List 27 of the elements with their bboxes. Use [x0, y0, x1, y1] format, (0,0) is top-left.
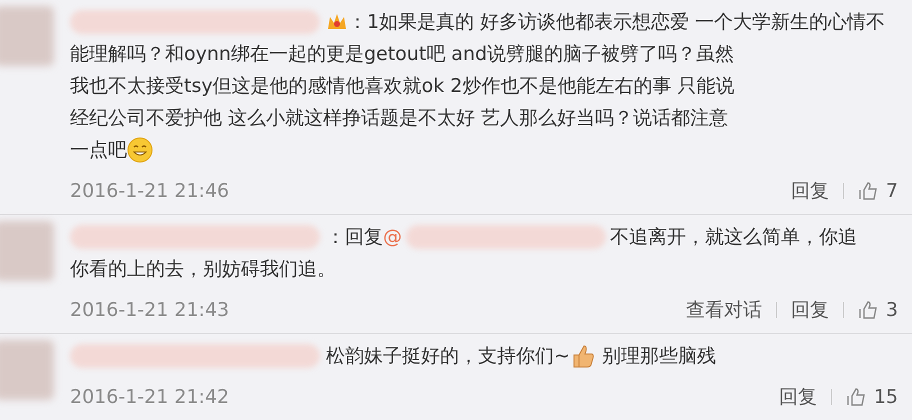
like-icon[interactable]: [846, 387, 868, 407]
blurred-avatar: [0, 221, 54, 281]
like-count: 15: [874, 384, 898, 410]
comment-text: ：回复: [326, 224, 383, 250]
comment-text: 经纪公司不爱护他 这么小就这样挣话题是不太好 艺人那么好当吗？说话都注意: [70, 106, 728, 131]
comment-text: 不追离开，就这么简单，你追: [610, 224, 857, 250]
comment-action-link[interactable]: 查看对话: [686, 296, 762, 324]
like-count: 7: [886, 178, 898, 204]
comment-text: 一点吧: [70, 138, 127, 163]
like-icon[interactable]: [858, 181, 880, 201]
comment-text: 你看的上的去，别妨碍我们追。: [70, 256, 336, 282]
like-count: 3: [886, 298, 898, 323]
comment-text: 能理解吗？和oynn绑在一起的更是getout吧 and说劈腿的脑子被劈了吗？虽然: [70, 42, 734, 67]
blurred-avatar: [0, 6, 54, 66]
blurred-avatar: [0, 340, 54, 400]
comment-time: 2016-1-21 21:46: [70, 178, 230, 204]
comment-text: 松韵妹子挺好的，支持你们~: [326, 344, 570, 369]
comment-action-link[interactable]: 回复: [778, 382, 817, 412]
comment-action-link[interactable]: 回复: [790, 176, 829, 206]
comment-text: 别理那些脑残: [600, 344, 716, 369]
comment-time: 2016-1-21 21:43: [70, 298, 230, 323]
smiley-icon: [127, 137, 153, 163]
comment-text: 我也不太接受tsy但这是他的感情他喜欢就ok 2炒作也不是他能左右的事 只能说: [70, 74, 734, 99]
comment-time: 2016-1-21 21:42: [70, 384, 230, 410]
comment-text: ：1如果是真的 好多访谈他都表示想恋爱 一个大学新生的心情不: [348, 10, 886, 35]
comment-action-link[interactable]: 回复: [790, 296, 829, 324]
like-icon[interactable]: [858, 300, 880, 320]
